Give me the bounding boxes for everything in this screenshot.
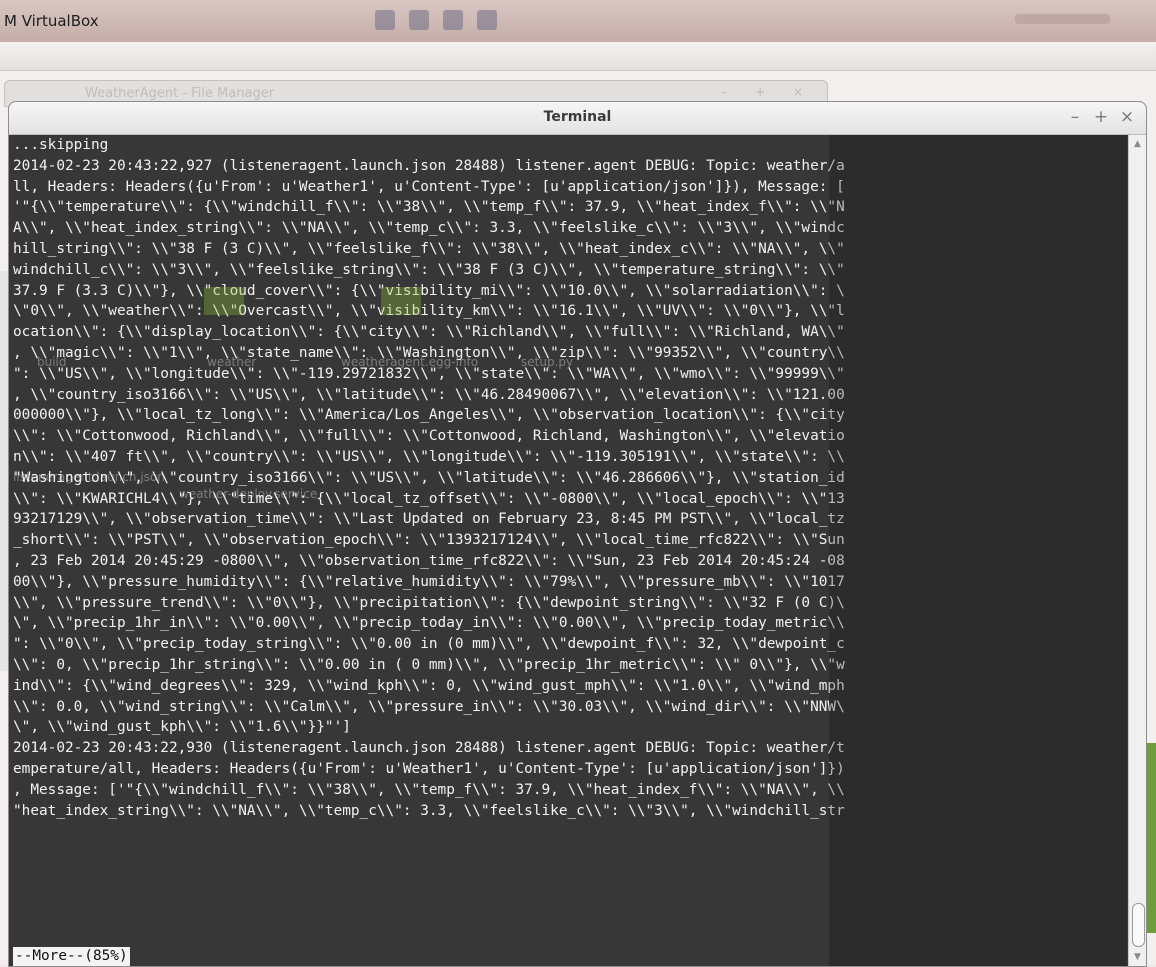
- terminal-line: \", \\"wind_gust_kph\\": \\"1.6\\"}}"']: [13, 719, 351, 736]
- terminal-line: \\": \\"Cottonwood, Richland\\", \\"full…: [13, 428, 845, 445]
- terminal-line: n\\": \\"407 ft\\", \\"country\\": \\"US…: [13, 448, 845, 465]
- terminal-output[interactable]: build weather weatheragent.egg-info setu…: [9, 135, 1127, 966]
- terminal-line: 93217129\\", \\"observation_time\\": \\"…: [13, 511, 845, 528]
- guest-top-panel: [0, 42, 1156, 71]
- terminal-line: , \\"country_iso3166\\": \\"US\\", \\"la…: [13, 386, 845, 403]
- terminal-line: hill_string\\": \\"38 F (3 C)\\", \\"fee…: [13, 240, 845, 257]
- terminal-text: ...skipping 2014-02-23 20:43:22,927 (lis…: [9, 135, 1127, 966]
- terminal-line: ": \\"0\\", \\"precip_today_string\\": \…: [13, 636, 845, 653]
- virtualbox-toolbar: [375, 10, 497, 30]
- terminal-line: \\", \\"pressure_trend\\": \\"0\\"}, \\"…: [13, 594, 845, 611]
- terminal-line: 000000\\"}, \\"local_tz_long\\": \\"Amer…: [13, 407, 845, 424]
- terminal-line: \\": 0.0, \\"wind_string\\": \\"Calm\\",…: [13, 698, 845, 715]
- terminal-line: 00\\"}, \\"pressure_humidity\\": {\\"rel…: [13, 573, 845, 590]
- terminal-line: , Message: ['"{\\"windchill_f\\": \\"38\…: [13, 781, 845, 798]
- scroll-up-arrow-icon[interactable]: ▲: [1134, 139, 1141, 149]
- virtualbox-title: M VirtualBox: [4, 12, 99, 30]
- scroll-down-arrow-icon[interactable]: ▼: [1134, 952, 1141, 962]
- terminal-line: \\": 0, \\"precip_1hr_string\\": \\"0.00…: [13, 656, 845, 673]
- terminal-line: , \\"magic\\": \\"1\\", \\"state_name\\"…: [13, 344, 845, 361]
- vm-settings-icon[interactable]: [375, 10, 395, 30]
- minimize-button[interactable]: –: [1065, 107, 1085, 127]
- terminal-scrollbar[interactable]: ▲ ▼: [1128, 135, 1146, 966]
- terminal-line: , 23 Feb 2014 20:45:29 -0800\\", \\"obse…: [13, 552, 845, 569]
- terminal-line: \\": \\"KWARICHL4\\"}, \\"time\\": {\\"l…: [13, 490, 845, 507]
- terminal-line: "Washington\\", \\"country_iso3166\\": \…: [13, 469, 845, 486]
- terminal-line: 2014-02-23 20:43:22,927 (listeneragent.l…: [13, 157, 845, 174]
- terminal-line: ocation\\": {\\"display_location\\": {\\…: [13, 324, 845, 341]
- terminal-line: windchill_c\\": \\"3\\", \\"feelslike_st…: [13, 261, 845, 278]
- terminal-line: \"0\\", \\"weather\\": \\"Overcast\\", \…: [13, 303, 845, 320]
- terminal-line: \", \\"precip_1hr_in\\": \\"0.00\\", \\"…: [13, 615, 845, 632]
- terminal-line: ...skipping: [13, 137, 109, 153]
- maximize-button[interactable]: +: [1091, 107, 1111, 127]
- terminal-line: ll, Headers: Headers({u'From': u'Weather…: [13, 178, 845, 195]
- virtualbox-status-text: [1015, 14, 1110, 24]
- terminal-line: ": \\"US\\", \\"longitude\\": \\"-119.29…: [13, 365, 845, 382]
- terminal-line: 2014-02-23 20:43:22,930 (listeneragent.l…: [13, 740, 845, 757]
- vm-help-icon[interactable]: [477, 10, 497, 30]
- pager-more-prompt[interactable]: --More--(85%): [13, 947, 130, 966]
- terminal-line: emperature/all, Headers: Headers({u'From…: [13, 760, 845, 777]
- virtualbox-titlebar: M VirtualBox: [0, 0, 1156, 43]
- terminal-line: 37.9 F (3.3 C)\\"}, \\"cloud_cover\\": {…: [13, 282, 845, 299]
- close-button[interactable]: ×: [1117, 107, 1137, 127]
- vm-discard-icon[interactable]: [409, 10, 429, 30]
- scrollbar-thumb[interactable]: [1132, 903, 1145, 947]
- terminal-title: Terminal: [543, 109, 612, 125]
- vm-undo-icon[interactable]: [443, 10, 463, 30]
- desktop-folder-icon-weather: [381, 287, 421, 315]
- terminal-line: _short\\": \\"PST\\", \\"observation_epo…: [13, 532, 845, 549]
- terminal-line: A\\", \\"heat_index_string\\": \\"NA\\",…: [13, 220, 845, 237]
- file-manager-title: WeatherAgent - File Manager: [85, 86, 275, 101]
- terminal-line: "heat_index_string\\": \\"NA\\", \\"temp…: [13, 802, 845, 819]
- desktop-folder-icon-build: [204, 287, 244, 315]
- file-manager-controls[interactable]: – + ×: [721, 85, 815, 99]
- terminal-window[interactable]: Terminal – + × build weather weatheragen…: [8, 101, 1147, 967]
- terminal-titlebar[interactable]: Terminal – + ×: [9, 102, 1146, 135]
- terminal-line: ind\\": {\\"wind_degrees\\": 329, \\"win…: [13, 677, 845, 694]
- terminal-line: '"{\\"temperature\\": {\\"windchill_f\\"…: [13, 199, 845, 216]
